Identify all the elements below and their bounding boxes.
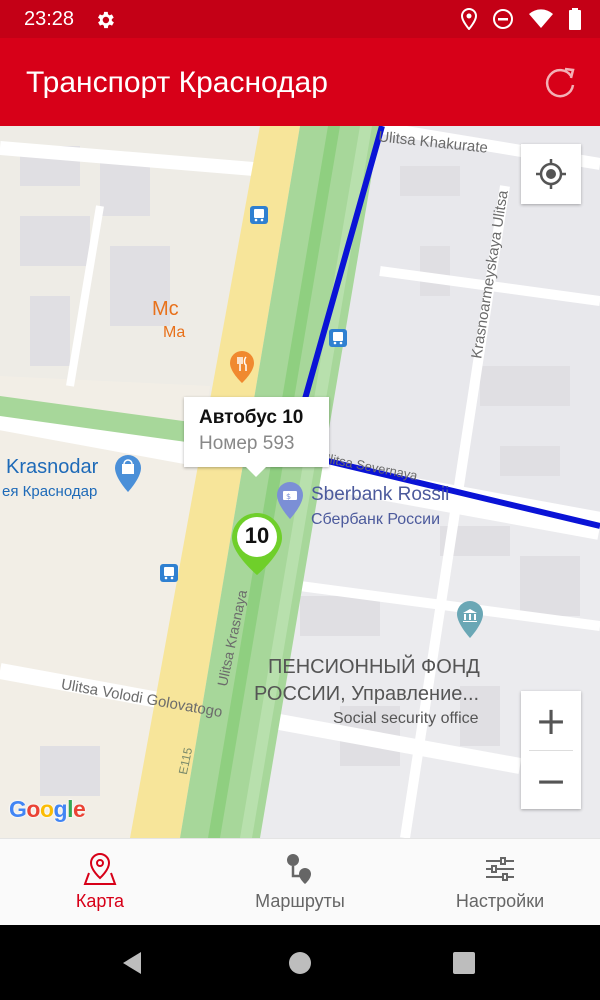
poi-krasnodar-ru: ея Краснодар — [2, 483, 98, 500]
location-icon — [460, 8, 478, 30]
gear-icon — [98, 11, 114, 29]
popup-title: Автобус 10 — [199, 407, 304, 428]
poi-mcdonalds: Mc — [152, 298, 179, 321]
my-location-button[interactable] — [521, 144, 581, 204]
nav-item-routes[interactable]: Маршруты — [200, 839, 400, 925]
bus-marker-number: 10 — [244, 523, 270, 548]
bus-stop-icon[interactable] — [250, 206, 268, 224]
status-bar: 23:28 — [0, 0, 600, 38]
poi-krasnodar-en: Krasnodar — [6, 456, 99, 478]
map-pin-icon — [83, 852, 117, 885]
zoom-out-button[interactable]: − — [521, 751, 581, 810]
restaurant-icon[interactable] — [229, 350, 255, 384]
poi-pension-line1: ПЕНСИОННЫЙ ФОНД — [268, 656, 480, 678]
zoom-in-button[interactable]: + — [521, 691, 581, 750]
system-navigation-bar — [0, 925, 600, 1000]
poi-mcdonalds-line1: Mc — [152, 298, 179, 320]
battery-icon — [569, 8, 581, 30]
popup-subtitle: Номер 593 — [199, 433, 295, 454]
poi-mcdonalds-sub: Ma — [163, 324, 186, 341]
status-time: 23:28 — [24, 8, 75, 30]
settings-sliders-icon — [486, 857, 514, 881]
nav-label-settings: Настройки — [455, 891, 545, 911]
back-icon[interactable] — [119, 949, 147, 977]
routes-icon — [287, 854, 311, 884]
nav-item-settings[interactable]: Настройки — [400, 839, 600, 925]
poi-sberbank-ru: Сбербанк России — [311, 511, 441, 528]
app-title: Транспорт Краснодар — [26, 66, 328, 99]
google-logo: Google — [9, 796, 86, 822]
zoom-controls: + − — [521, 691, 581, 809]
bus-stop-icon[interactable] — [329, 329, 347, 347]
do-not-disturb-icon — [493, 9, 513, 29]
home-icon[interactable] — [287, 950, 313, 976]
refresh-icon[interactable] — [538, 60, 582, 104]
nav-item-map[interactable]: Карта — [0, 839, 200, 925]
wifi-icon — [529, 9, 553, 28]
bottom-navigation: Карта Маршруты Настройки — [0, 838, 600, 925]
nav-label-routes: Маршруты — [255, 891, 345, 911]
map-view[interactable]: Ulitsa Khakurate Krasnoarmeyskaya Ulitsa… — [0, 126, 600, 838]
svg-text:$: $ — [286, 492, 291, 501]
poi-pension-line2: РОССИИ, Управление... — [254, 683, 480, 705]
bus-marker[interactable]: 10 — [229, 511, 285, 577]
shopping-bag-icon[interactable] — [113, 454, 143, 494]
bus-info-popup[interactable]: Автобус 10 Номер 593 — [184, 397, 329, 477]
poi-pension-type: Social security office — [333, 710, 479, 727]
poi-sberbank-en: Sberbank Rossii — [311, 484, 450, 505]
government-building-icon[interactable] — [455, 600, 485, 640]
crosshair-icon — [536, 159, 566, 189]
recents-icon[interactable] — [452, 951, 476, 975]
nav-label-map: Карта — [75, 891, 125, 911]
app-bar: Транспорт Краснодар — [0, 38, 600, 126]
bus-stop-icon[interactable] — [160, 564, 178, 582]
